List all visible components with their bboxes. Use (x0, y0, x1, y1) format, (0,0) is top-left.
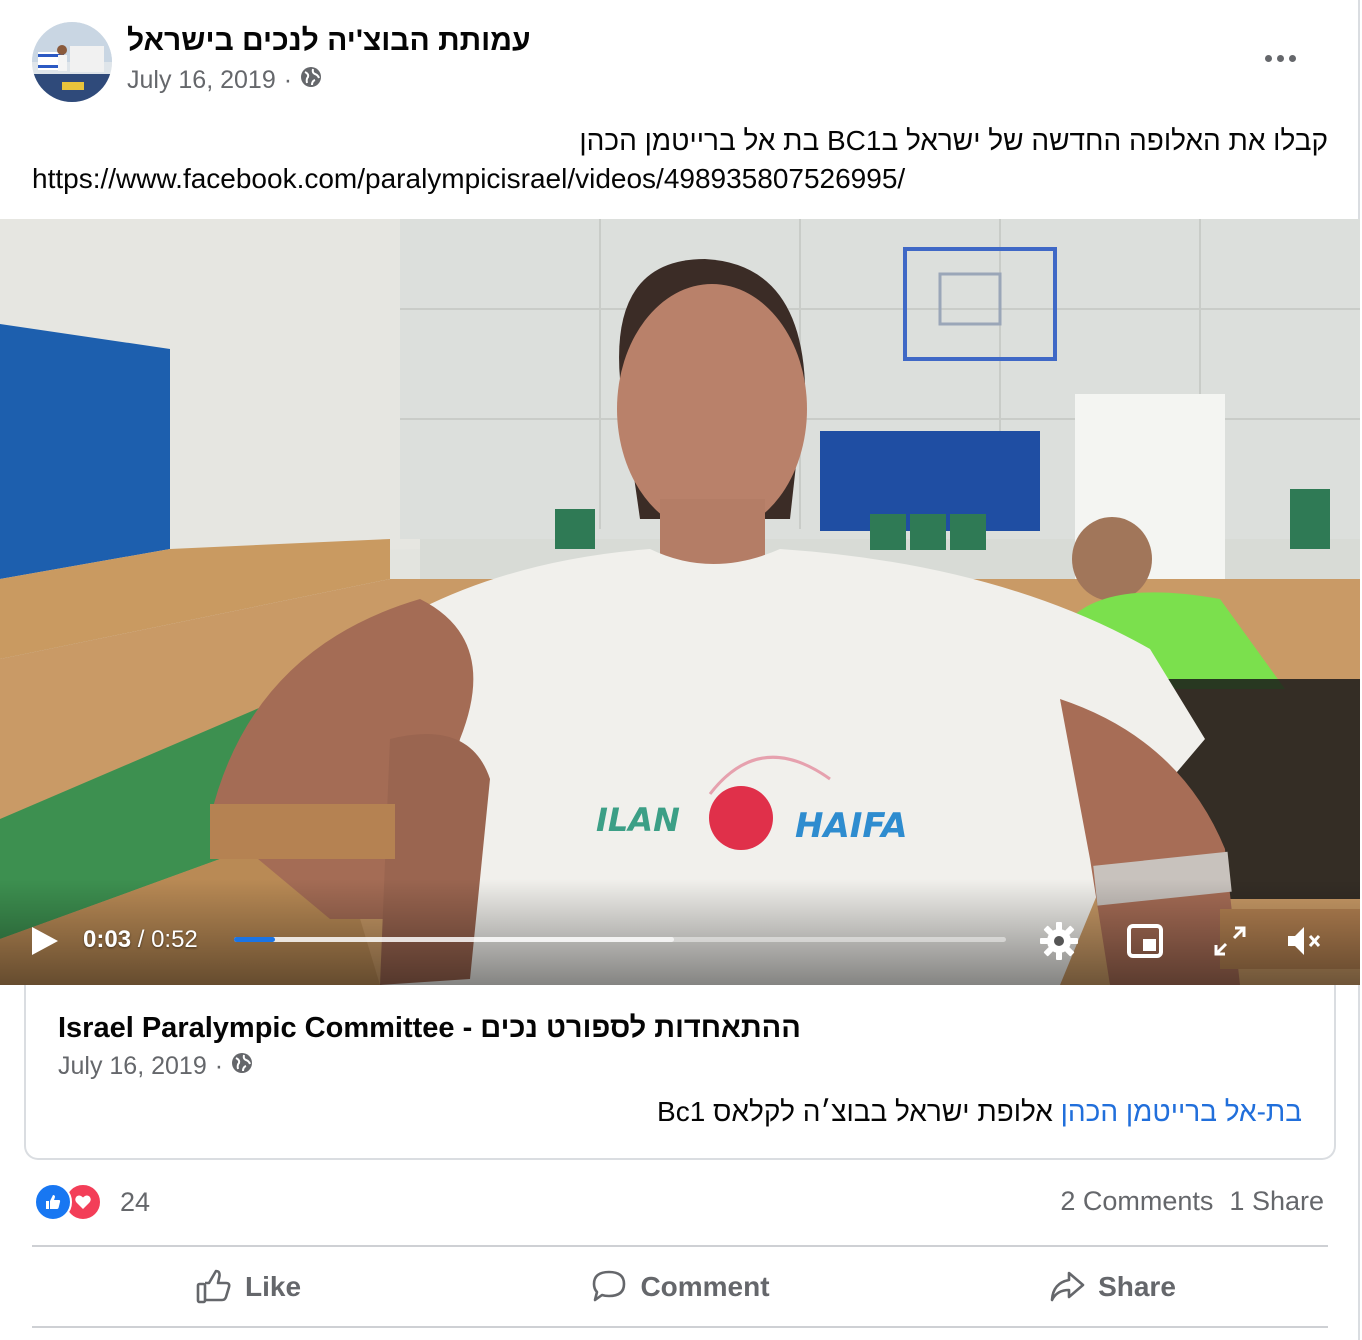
share-label: Share (1098, 1271, 1176, 1302)
post-actions: Like Comment Share (32, 1248, 1328, 1326)
shirt-text-left: ILAN (596, 801, 680, 839)
shared-page-name[interactable]: Israel Paralympic Committee - ההתאחדות ל… (58, 1012, 801, 1045)
video-player[interactable]: ILAN HAIFA (0, 219, 1360, 985)
globe-icon (300, 66, 322, 95)
gear-icon (1040, 922, 1078, 960)
like-button[interactable]: Like (32, 1268, 464, 1306)
divider (32, 1326, 1328, 1328)
share-icon (1050, 1271, 1085, 1302)
comment-label: Comment (640, 1271, 770, 1302)
post-meta: July 16, 2019 · (127, 66, 322, 95)
post-card: עמותת הבוצ'יה לנכים בישראל July 16, 2019… (0, 0, 1360, 1340)
comment-icon (593, 1270, 626, 1302)
comment-button[interactable]: Comment (464, 1268, 896, 1306)
post-link[interactable]: https://www.facebook.com/paralympicisrae… (32, 163, 905, 194)
shared-message: בת-אל ברייטמן הכהן אלופת ישראל בבוצ׳ה לק… (40, 1096, 1302, 1128)
shared-message-text: אלופת ישראל בבוצ׳ה לקלאס Bc1 (657, 1096, 1061, 1127)
dot-icon (1288, 54, 1296, 62)
picture-in-picture-icon (1127, 924, 1163, 958)
post-text: קבלו את האלופה החדשה של ישראל בBC1 בת אל… (32, 122, 1328, 198)
globe-icon (231, 1052, 253, 1081)
divider (32, 1245, 1328, 1247)
current-time: 0:03 (83, 926, 132, 953)
shared-meta: July 16, 2019 · (58, 1052, 253, 1081)
shirt-text-right: HAIFA (795, 806, 908, 846)
meta-separator: · (283, 66, 293, 94)
settings-button[interactable] (1038, 920, 1080, 962)
time-separator: / (131, 926, 152, 953)
like-label: Like (244, 1271, 302, 1302)
mute-button[interactable] (1284, 920, 1326, 962)
reaction-count: 24 (120, 1186, 151, 1217)
comment-count[interactable]: 2 Comments (1060, 1186, 1213, 1217)
thumbs-up-icon (196, 1269, 231, 1304)
more-options-button[interactable] (1262, 44, 1298, 72)
progress-played (234, 937, 275, 942)
video-time: 0:03 / 0:52 (83, 926, 198, 954)
engagement-counts: 2 Comments 1 Share (1060, 1186, 1324, 1217)
video-frame: ILAN HAIFA (0, 219, 1360, 985)
mini-player-button[interactable] (1125, 920, 1167, 962)
shared-date[interactable]: July 16, 2019 (58, 1052, 207, 1081)
progress-buffered (234, 937, 675, 942)
dot-icon (1276, 54, 1284, 62)
duration: 0:52 (151, 926, 198, 953)
page-avatar[interactable] (32, 22, 112, 102)
like-reaction-icon (34, 1183, 72, 1221)
tagged-person-link[interactable]: בת-אל ברייטמן הכהן (1061, 1096, 1302, 1127)
shared-separator: · (214, 1052, 224, 1080)
play-button[interactable] (30, 925, 60, 957)
post-message: קבלו את האלופה החדשה של ישראל בBC1 בת אל… (579, 125, 1328, 156)
share-count[interactable]: 1 Share (1229, 1186, 1324, 1217)
play-icon (32, 927, 58, 955)
speaker-muted-icon (1288, 927, 1321, 955)
post-date[interactable]: July 16, 2019 (127, 66, 276, 95)
share-button[interactable]: Share (896, 1268, 1328, 1306)
page-name[interactable]: עמותת הבוצ'יה לנכים בישראל (127, 24, 531, 58)
fullscreen-button[interactable] (1209, 920, 1251, 962)
fullscreen-icon (1214, 926, 1246, 956)
progress-bar[interactable] (234, 937, 1006, 942)
dot-icon (1264, 54, 1272, 62)
reaction-summary[interactable]: 24 (34, 1183, 151, 1221)
